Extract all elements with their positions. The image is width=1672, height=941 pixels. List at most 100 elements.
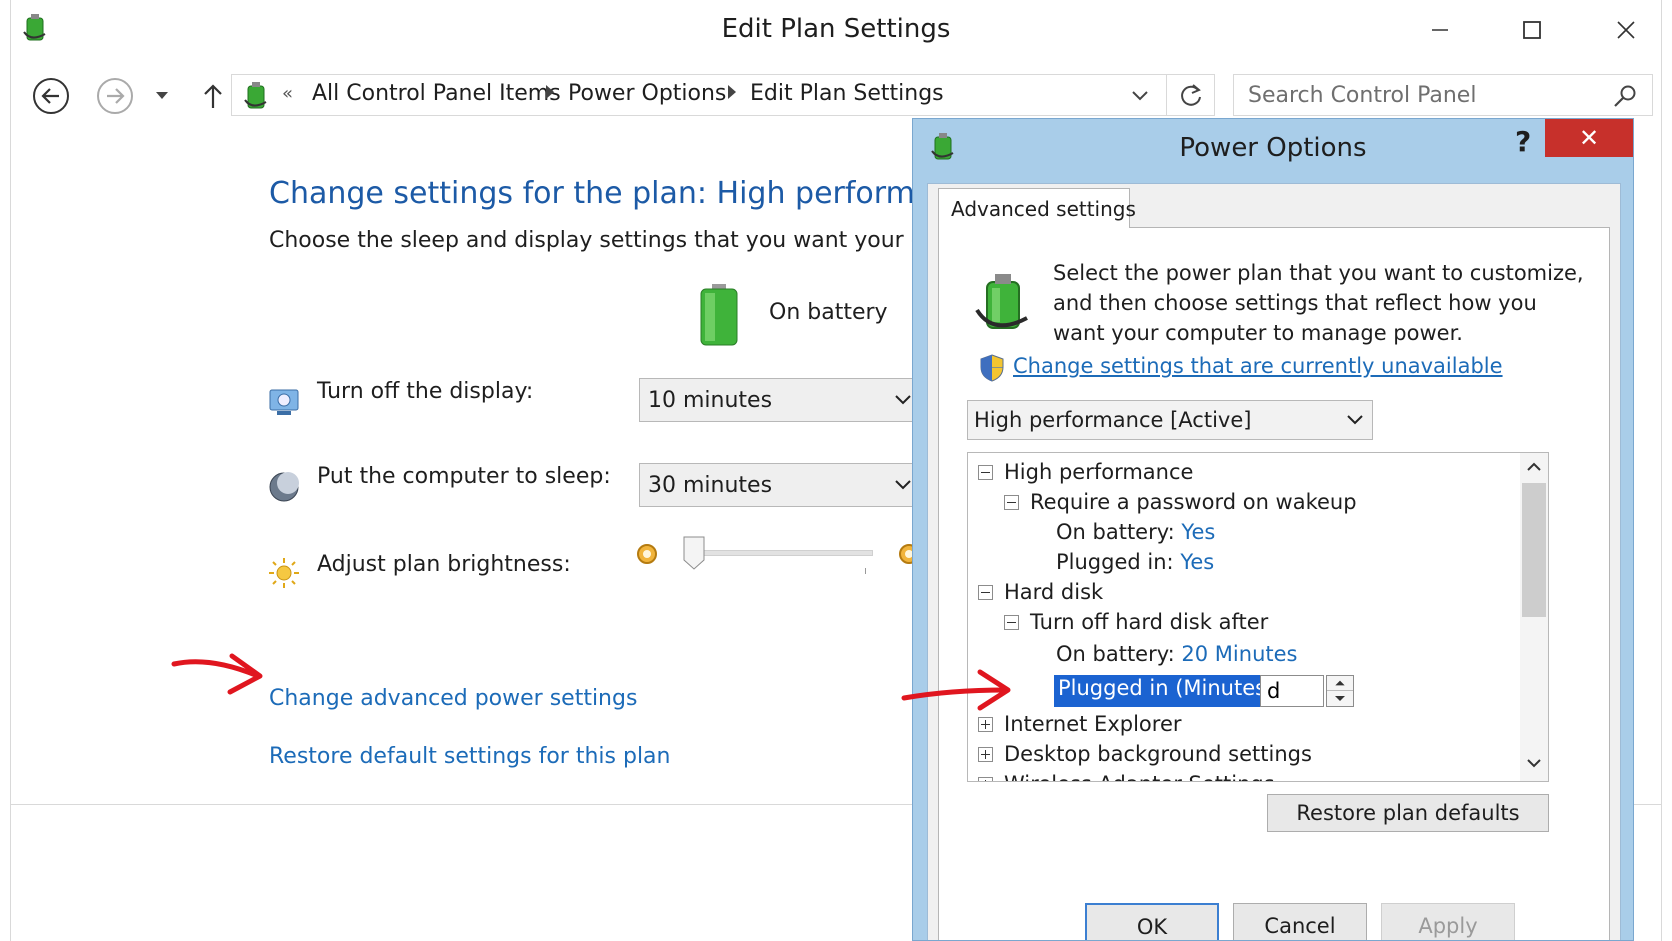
- advanced-settings-panel: Select the power plan that you want to c…: [938, 227, 1610, 940]
- plan-select-value: High performance [Active]: [974, 408, 1252, 432]
- window-title: Edit Plan Settings: [721, 14, 951, 44]
- restore-plan-defaults-button[interactable]: Restore plan defaults: [1267, 794, 1549, 832]
- dialog-close-button[interactable]: ✕: [1545, 119, 1633, 157]
- tree-node-turn-off-hard-disk[interactable]: Turn off hard disk after: [1030, 607, 1268, 637]
- tree-node-desktop-background[interactable]: Desktop background settings: [1004, 739, 1312, 769]
- collapse-toggle[interactable]: [1004, 615, 1019, 630]
- brightness-label: Adjust plan brightness:: [317, 552, 571, 577]
- maximize-button[interactable]: [1509, 10, 1555, 50]
- shield-icon: [980, 354, 1004, 382]
- slider-tick: [865, 568, 866, 574]
- power-plan-icon: [244, 82, 267, 109]
- plugged-in-value[interactable]: Yes: [1180, 550, 1214, 574]
- chevron-down-icon: [1347, 415, 1363, 425]
- chevron-down-icon: [156, 92, 168, 99]
- spin-down-icon[interactable]: [1327, 691, 1353, 706]
- minimize-button[interactable]: [1417, 10, 1463, 50]
- turn-off-display-select[interactable]: 10 minutes: [639, 378, 921, 422]
- scrollbar-thumb[interactable]: [1522, 483, 1546, 617]
- tree-node-wireless-adapter[interactable]: Wireless Adapter Settings: [1004, 769, 1275, 781]
- divider: [1166, 75, 1167, 115]
- collapse-toggle[interactable]: [978, 585, 993, 600]
- brightness-icon: [269, 558, 299, 588]
- tree-node-hard-disk[interactable]: Hard disk: [1004, 577, 1103, 607]
- breadcrumb-edit-plan-settings[interactable]: Edit Plan Settings: [750, 81, 944, 106]
- page-title: Change settings for the plan: High perfo…: [269, 176, 988, 211]
- sleep-value: 30 minutes: [648, 473, 773, 498]
- on-battery-value[interactable]: Yes: [1181, 520, 1215, 544]
- expand-toggle[interactable]: [978, 717, 993, 732]
- tab-advanced-settings[interactable]: Advanced settings: [938, 188, 1136, 228]
- tree-node-internet-explorer[interactable]: Internet Explorer: [1004, 709, 1182, 739]
- apply-button[interactable]: Apply: [1381, 903, 1515, 940]
- tree-node-require-password[interactable]: Require a password on wakeup: [1030, 487, 1357, 517]
- forward-icon: [97, 78, 133, 114]
- breadcrumb-all-control-panel-items[interactable]: All Control Panel Items: [312, 81, 561, 106]
- display-icon: [269, 389, 299, 415]
- scroll-down-icon[interactable]: [1524, 755, 1544, 771]
- expand-toggle[interactable]: [978, 747, 993, 762]
- on-battery-label: On battery:: [1056, 520, 1175, 544]
- sleep-label: Put the computer to sleep:: [317, 464, 611, 489]
- power-options-dialog: Power Options ? ✕ Advanced settings Sele…: [912, 118, 1634, 941]
- scroll-up-icon[interactable]: [1524, 459, 1544, 475]
- recent-locations-button[interactable]: [151, 74, 173, 118]
- maximize-icon: [1523, 21, 1541, 39]
- breadcrumb-overflow[interactable]: «: [282, 83, 293, 104]
- breadcrumb-power-options[interactable]: Power Options: [568, 81, 726, 106]
- turn-off-display-label: Turn off the display:: [317, 379, 534, 404]
- search-input[interactable]: [1234, 75, 1594, 115]
- hd-plugged-in-label: Plugged in (Minutes):: [1054, 675, 1286, 707]
- close-icon: [1617, 21, 1635, 39]
- hd-on-battery-label: On battery:: [1056, 642, 1175, 666]
- brightness-slider-track[interactable]: [687, 550, 873, 556]
- cancel-button[interactable]: Cancel: [1233, 903, 1367, 940]
- ok-button[interactable]: OK: [1085, 903, 1219, 940]
- spin-up-icon[interactable]: [1327, 676, 1353, 691]
- back-button[interactable]: [29, 74, 73, 118]
- annotation-arrow: [171, 653, 263, 695]
- tree-item-password-plugged-in[interactable]: Plugged in: Yes: [1056, 547, 1214, 577]
- sleep-select[interactable]: 30 minutes: [639, 463, 921, 507]
- breadcrumb-separator[interactable]: [546, 85, 554, 99]
- hd-on-battery-value[interactable]: 20 Minutes: [1181, 642, 1297, 666]
- intro-text: Select the power plan that you want to c…: [1053, 261, 1584, 345]
- annotation-arrow: [901, 669, 1011, 711]
- help-button[interactable]: ?: [1515, 125, 1531, 158]
- search-icon[interactable]: [1612, 83, 1638, 109]
- settings-tree[interactable]: High performance Require a password on w…: [967, 452, 1549, 782]
- minimize-icon: [1432, 29, 1448, 31]
- tree-item-password-on-battery[interactable]: On battery: Yes: [1056, 517, 1215, 547]
- refresh-icon[interactable]: [1176, 81, 1206, 111]
- sleep-icon: [269, 472, 299, 502]
- expand-toggle[interactable]: [978, 777, 993, 781]
- plan-select[interactable]: High performance [Active]: [967, 400, 1373, 440]
- close-window-button[interactable]: [1603, 10, 1649, 50]
- up-button[interactable]: [191, 74, 235, 118]
- tree-scrollbar[interactable]: [1520, 453, 1548, 781]
- power-plan-icon: [975, 274, 1028, 329]
- battery-icon: [700, 284, 738, 346]
- brightness-low-icon: [637, 544, 657, 564]
- chevron-down-icon[interactable]: [1128, 85, 1152, 107]
- address-bar[interactable]: « All Control Panel Items Power Options …: [231, 74, 1215, 116]
- collapse-toggle[interactable]: [1004, 495, 1019, 510]
- tree-node-high-performance[interactable]: High performance: [1004, 457, 1193, 487]
- restore-default-settings-link[interactable]: Restore default settings for this plan: [269, 744, 670, 769]
- hd-plugged-in-minutes-input[interactable]: [1260, 675, 1324, 707]
- dialog-body: Advanced settings Select the power plan …: [927, 183, 1621, 940]
- brightness-slider-thumb[interactable]: [683, 536, 705, 570]
- close-icon: ✕: [1578, 124, 1600, 152]
- turn-off-display-value: 10 minutes: [648, 388, 773, 413]
- search-box[interactable]: [1233, 74, 1653, 116]
- minutes-spinner[interactable]: [1326, 675, 1354, 707]
- up-icon: [204, 84, 222, 108]
- forward-button[interactable]: [93, 74, 137, 118]
- change-unavailable-settings-link[interactable]: Change settings that are currently unava…: [1013, 354, 1503, 378]
- tree-item-hd-on-battery[interactable]: On battery: 20 Minutes: [1056, 639, 1297, 669]
- title-bar: Edit Plan Settings: [11, 0, 1661, 60]
- breadcrumb-separator[interactable]: [728, 85, 736, 99]
- change-advanced-power-settings-link[interactable]: Change advanced power settings: [269, 686, 637, 711]
- collapse-toggle[interactable]: [978, 465, 993, 480]
- plugged-in-label: Plugged in:: [1056, 550, 1174, 574]
